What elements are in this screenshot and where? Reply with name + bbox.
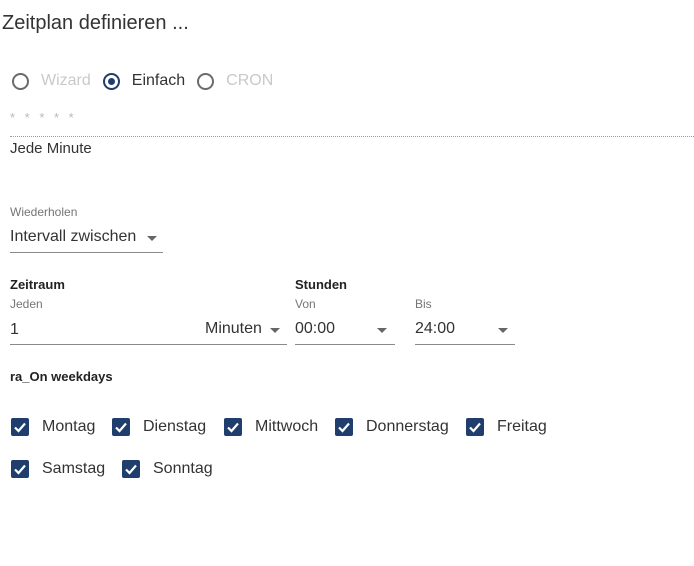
checkmark-icon — [112, 418, 130, 436]
period-heading: Zeitraum — [10, 277, 65, 292]
weekday-checkbox-dienstag[interactable]: Dienstag — [112, 418, 206, 436]
chevron-down-icon — [498, 328, 508, 333]
radio-circle-icon — [102, 72, 120, 90]
radio-circle-icon — [197, 72, 215, 90]
weekday-checkbox-freitag[interactable]: Freitag — [466, 418, 547, 436]
weekday-label: Donnerstag — [366, 418, 449, 435]
from-time-value: 00:00 — [295, 320, 336, 337]
weekday-label: Mittwoch — [255, 418, 319, 435]
to-time-value: 24:00 — [415, 320, 456, 337]
chevron-down-icon — [270, 328, 280, 333]
weekday-checkbox-sonntag[interactable]: Sonntag — [122, 460, 213, 478]
every-input-field[interactable] — [10, 320, 110, 340]
to-time-select[interactable]: 24:00 — [415, 320, 515, 345]
cron-expression: * * * * * — [10, 110, 77, 125]
checkmark-icon — [122, 460, 140, 478]
every-label: Jeden — [10, 297, 43, 311]
cron-divider — [10, 136, 694, 137]
weekday-checkbox-donnerstag[interactable]: Donnerstag — [335, 418, 449, 436]
mode-radio-group: Wizard Einfach CRON — [12, 72, 285, 90]
repeat-label: Wiederholen — [10, 205, 78, 219]
dialog-title: Zeitplan definieren ... — [2, 12, 189, 34]
repeat-select[interactable]: Intervall zwischen — [10, 228, 163, 253]
checkmark-icon — [11, 418, 29, 436]
checkmark-icon — [224, 418, 242, 436]
to-label: Bis — [415, 297, 432, 311]
radio-circle-icon — [12, 72, 29, 90]
checkmark-icon — [11, 460, 29, 478]
weekday-checkbox-montag[interactable]: Montag — [11, 418, 95, 436]
weekday-label: Sonntag — [153, 460, 213, 477]
chevron-down-icon — [377, 328, 387, 333]
mode-radio-label: Wizard — [41, 72, 91, 89]
mode-radio-wizard[interactable]: Wizard — [12, 72, 91, 90]
weekdays-heading: ra_On weekdays — [10, 369, 113, 384]
mode-radio-label: Einfach — [131, 72, 186, 89]
interval-unit-select[interactable]: Minuten — [198, 320, 287, 345]
from-time-select[interactable]: 00:00 — [295, 320, 395, 345]
every-input[interactable] — [10, 320, 198, 345]
cron-description: Jede Minute — [10, 140, 92, 157]
weekday-checkbox-samstag[interactable]: Samstag — [11, 460, 105, 478]
mode-radio-label: CRON — [226, 72, 274, 89]
weekday-checkbox-mittwoch[interactable]: Mittwoch — [224, 418, 318, 436]
mode-radio-cron[interactable]: CRON — [197, 72, 273, 90]
interval-unit-value: Minuten — [205, 320, 262, 337]
weekday-label: Samstag — [42, 460, 106, 477]
repeat-select-value: Intervall zwischen — [10, 228, 137, 245]
hours-heading: Stunden — [295, 277, 347, 292]
weekday-label: Montag — [42, 418, 96, 435]
mode-radio-einfach[interactable]: Einfach — [102, 72, 186, 90]
chevron-down-icon — [147, 236, 157, 241]
checkmark-icon — [335, 418, 353, 436]
weekday-label: Freitag — [497, 418, 547, 435]
from-label: Von — [295, 297, 316, 311]
checkmark-icon — [466, 418, 484, 436]
weekday-label: Dienstag — [143, 418, 207, 435]
